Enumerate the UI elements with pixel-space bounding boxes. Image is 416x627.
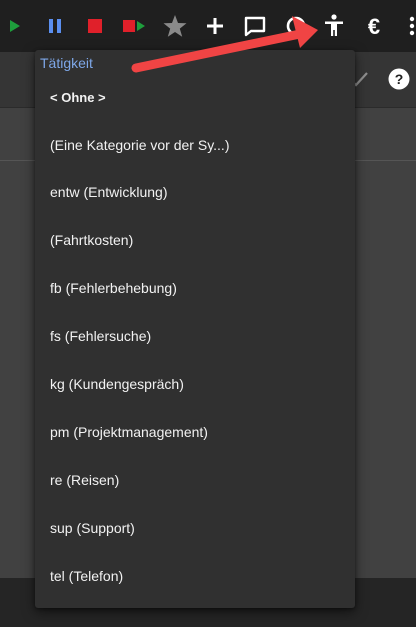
stop-and-play-icon xyxy=(123,20,145,32)
help-symbol: ? xyxy=(395,71,404,87)
activity-dropdown-menu: Tätigkeit < Ohne > (Eine Kategorie vor d… xyxy=(35,50,355,608)
menu-item-re[interactable]: re (Reisen) xyxy=(50,472,119,488)
menu-item-kg[interactable]: kg (Kundengespräch) xyxy=(50,376,184,392)
comment-button[interactable] xyxy=(239,10,271,42)
pause-icon xyxy=(49,19,61,33)
euro-symbol: € xyxy=(368,14,380,39)
plus-icon xyxy=(207,18,223,34)
menu-item-fs[interactable]: fs (Fehlersuche) xyxy=(50,328,151,344)
start-button[interactable] xyxy=(0,10,30,42)
menu-item-category[interactable]: (Eine Kategorie vor der Sy...) xyxy=(50,137,229,153)
stop-button[interactable] xyxy=(79,10,111,42)
menu-item-fb[interactable]: fb (Fehlerbehebung) xyxy=(50,280,177,296)
stop-and-start-button[interactable] xyxy=(117,10,149,42)
accessibility-icon xyxy=(325,14,343,36)
more-options-button[interactable] xyxy=(396,10,416,42)
menu-item-none[interactable]: < Ohne > xyxy=(50,90,106,105)
menu-item-pm[interactable]: pm (Projektmanagement) xyxy=(50,424,208,440)
help-icon[interactable]: ? xyxy=(386,66,412,92)
accessibility-button[interactable] xyxy=(318,10,350,42)
stop-icon xyxy=(88,19,102,33)
pause-button[interactable] xyxy=(39,10,71,42)
euro-icon: € xyxy=(368,14,380,39)
add-button[interactable] xyxy=(199,10,231,42)
timer-icon xyxy=(286,16,306,36)
comment-icon xyxy=(244,16,266,37)
play-icon xyxy=(10,20,20,32)
star-icon xyxy=(163,15,187,37)
menu-item-sup[interactable]: sup (Support) xyxy=(50,520,135,536)
menu-item-tel[interactable]: tel (Telefon) xyxy=(50,568,123,584)
menu-item-fahrtkosten[interactable]: (Fahrtkosten) xyxy=(50,232,133,248)
more-vert-icon xyxy=(409,16,415,36)
menu-item-entw[interactable]: entw (Entwicklung) xyxy=(50,184,168,200)
menu-header: Tätigkeit xyxy=(40,55,93,71)
timer-button[interactable] xyxy=(280,10,312,42)
favorite-button[interactable] xyxy=(159,10,191,42)
expenses-button[interactable]: € xyxy=(358,10,390,42)
top-toolbar: € xyxy=(0,0,416,52)
